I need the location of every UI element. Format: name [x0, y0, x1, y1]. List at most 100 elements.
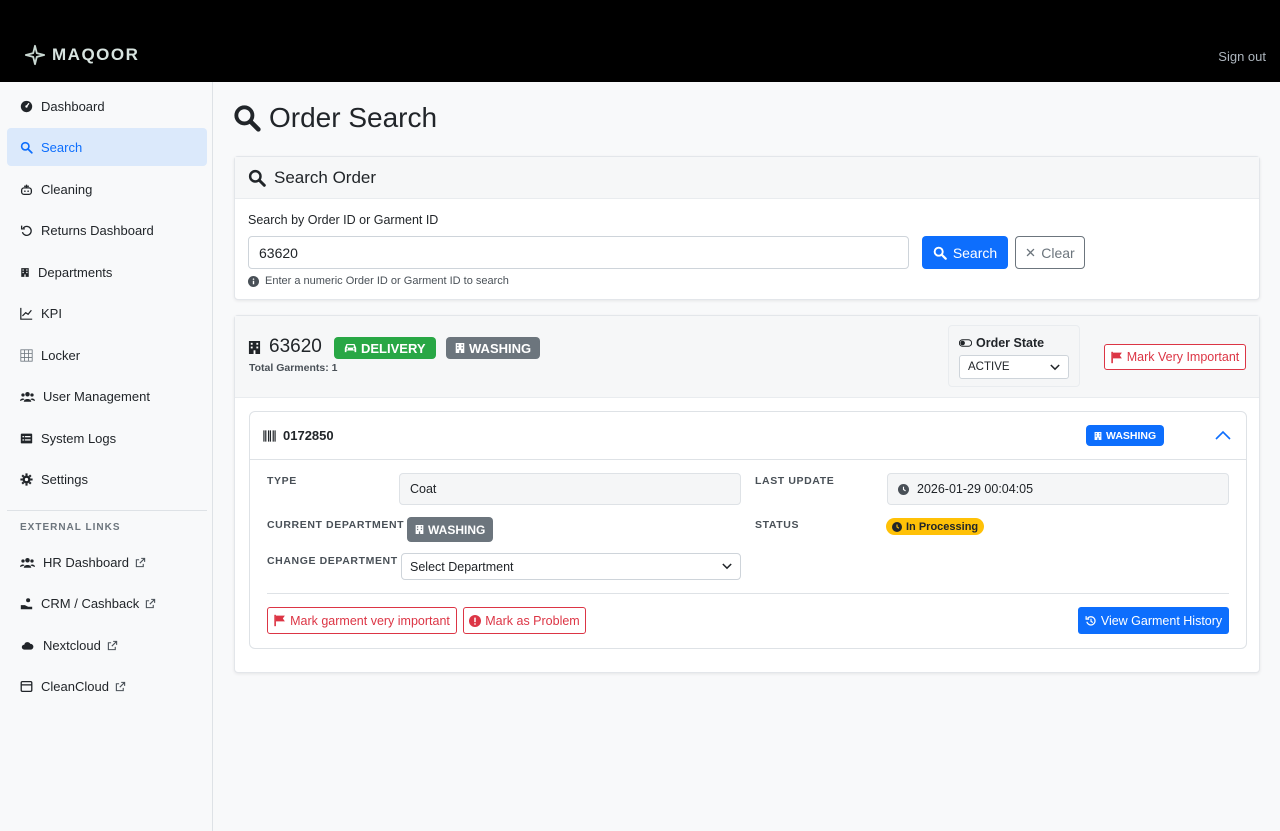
history-icon [1085, 615, 1096, 626]
sidebar-item-label: HR Dashboard [43, 554, 129, 570]
sidebar-item-label: Dashboard [41, 98, 105, 114]
search-icon [248, 169, 266, 187]
sidebar-item-label: Locker [41, 347, 81, 363]
search-icon [234, 105, 261, 132]
sidebar-item-search[interactable]: Search [7, 128, 207, 166]
search-icon [933, 246, 947, 260]
sidebar-item-kpi[interactable]: KPI [7, 294, 207, 332]
sidebar-item-dashboard[interactable]: Dashboard [7, 87, 207, 125]
order-department-badge: WASHING [446, 337, 541, 359]
building-icon [455, 343, 465, 353]
delivery-badge: DELIVERY [334, 337, 436, 359]
sidebar-item-user-management[interactable]: User Management [7, 377, 207, 415]
cleaning-icon [20, 184, 33, 195]
car-icon [344, 343, 357, 353]
sidebar-item-label: CRM / Cashback [41, 595, 140, 611]
order-id: 63620 [248, 336, 322, 358]
store-icon [20, 680, 33, 692]
garment-department-label: WASHING [1106, 429, 1157, 442]
page-title-text: Order Search [269, 102, 438, 133]
order-department-label: WASHING [469, 340, 532, 356]
dashboard-icon [20, 100, 33, 112]
gear-icon [20, 472, 33, 486]
sidebar-item-settings[interactable]: Settings [7, 460, 207, 498]
sidebar-item-departments[interactable]: Departments [7, 253, 207, 291]
external-link-icon [146, 598, 156, 608]
search-input[interactable] [248, 236, 909, 269]
users-icon [20, 391, 35, 402]
status-badge: In Processing [886, 518, 985, 535]
delivery-badge-label: DELIVERY [361, 340, 426, 356]
type-label: TYPE [267, 475, 297, 487]
sidebar-item-label: Returns Dashboard [41, 222, 154, 238]
search-hint: Enter a numeric Order ID or Garment ID t… [248, 275, 509, 287]
sidebar-item-label: Departments [38, 264, 113, 280]
logo-icon [24, 44, 46, 66]
garment-header[interactable]: 0172850 WASHING [250, 412, 1246, 460]
brand-logo[interactable]: MAQOOR [24, 44, 139, 66]
flag-icon [274, 614, 285, 627]
grid-icon [20, 348, 33, 362]
line-chart-icon [20, 307, 33, 320]
list-icon [20, 433, 33, 443]
sidebar-item-cleancloud[interactable]: CleanCloud [7, 667, 207, 705]
order-card-header: 63620 DELIVERY WASHING Total Garments: 1… [235, 316, 1259, 398]
sidebar-item-hr-dashboard[interactable]: HR Dashboard [7, 543, 207, 581]
sign-out-link[interactable]: Sign out [1218, 49, 1266, 64]
external-links-heading: EXTERNAL LINKS [20, 522, 121, 533]
garment-card: 0172850 WASHING TYPE Coat LAST UPDATE 20… [249, 411, 1247, 649]
mark-garment-important-label: Mark garment very important [290, 613, 450, 628]
search-field-label: Search by Order ID or Garment ID [248, 213, 439, 227]
chevron-up-icon[interactable] [1215, 429, 1231, 441]
toggle-icon [959, 339, 972, 347]
sidebar-item-cleaning[interactable]: Cleaning [7, 170, 207, 208]
top-navbar: MAQOOR Sign out [0, 0, 1280, 82]
view-garment-history-button[interactable]: View Garment History [1078, 607, 1229, 634]
building-icon [415, 525, 424, 534]
sidebar-item-crm-cashback[interactable]: CRM / Cashback [7, 584, 207, 622]
garment-department-badge: WASHING [1086, 425, 1165, 446]
order-state-value: ACTIVE [968, 361, 1010, 373]
sidebar: Dashboard Search Cleaning Returns Dashbo… [0, 82, 213, 831]
search-hint-text: Enter a numeric Order ID or Garment ID t… [265, 275, 509, 287]
search-button-label: Search [952, 244, 998, 261]
order-id-text: 63620 [269, 336, 322, 357]
alert-icon [469, 614, 482, 627]
last-update-value: 2026-01-29 00:04:05 [887, 473, 1229, 505]
external-link-icon [115, 681, 126, 691]
mark-garment-important-button[interactable]: Mark garment very important [267, 607, 457, 634]
change-department-label: CHANGE DEPARTMENT [267, 555, 398, 567]
external-link-icon [135, 557, 146, 567]
sidebar-item-label: Search [41, 139, 83, 155]
page-title: Order Search [233, 102, 437, 134]
search-button[interactable]: Search [922, 236, 1008, 269]
chevron-down-icon [722, 563, 732, 570]
sidebar-item-nextcloud[interactable]: Nextcloud [7, 626, 207, 664]
search-icon [20, 141, 33, 154]
search-order-card: Search Order Search by Order ID or Garme… [234, 156, 1260, 300]
sidebar-item-label: Settings [41, 471, 88, 487]
undo-icon [20, 225, 32, 236]
sidebar-item-system-logs[interactable]: System Logs [7, 419, 207, 457]
type-value-text: Coat [410, 482, 437, 496]
cloud-icon [21, 641, 34, 650]
sidebar-item-returns-dashboard[interactable]: Returns Dashboard [7, 211, 207, 249]
order-state-select[interactable]: ACTIVE [959, 355, 1069, 379]
order-state-label-text: Order State [976, 336, 1045, 350]
chevron-down-icon [1050, 363, 1060, 370]
garment-divider [267, 593, 1229, 594]
sidebar-item-label: User Management [43, 388, 150, 404]
change-department-select[interactable]: Select Department [401, 553, 741, 580]
sidebar-item-locker[interactable]: Locker [7, 336, 207, 374]
barcode-icon [263, 429, 276, 442]
mark-very-important-button[interactable]: Mark Very Important [1104, 344, 1246, 370]
building-icon [1094, 431, 1102, 440]
sidebar-item-label: Nextcloud [43, 637, 101, 653]
sidebar-item-label: CleanCloud [41, 678, 109, 694]
order-state-label: Order State [959, 336, 1044, 350]
current-department-label: CURRENT DEPARTMENT [267, 519, 405, 531]
main-content: Order Search Search Order Search by Orde… [213, 82, 1280, 831]
clear-button[interactable]: Clear [1015, 236, 1085, 269]
sidebar-item-label: System Logs [41, 430, 117, 446]
mark-as-problem-button[interactable]: Mark as Problem [463, 607, 586, 634]
